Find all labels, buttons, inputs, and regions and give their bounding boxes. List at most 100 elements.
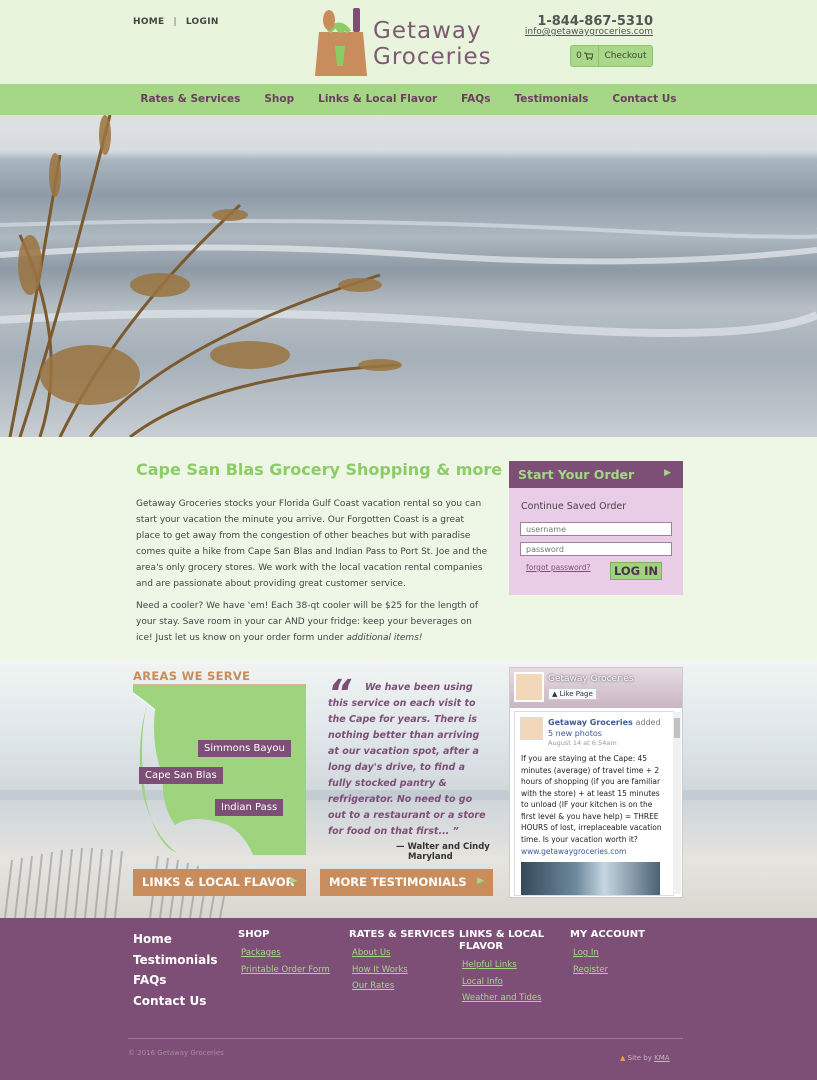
testimonial-quote: We have been using this service on each … — [328, 682, 486, 837]
arrow-right-icon: ▶ — [477, 876, 484, 886]
facebook-page-name[interactable]: Getaway Groceries — [548, 674, 634, 684]
start-order-title: Start Your Order — [518, 467, 635, 482]
arrow-right-icon: ▶ — [664, 468, 671, 478]
email-link[interactable]: info@getawaygroceries.com — [525, 27, 653, 37]
footer-link-how-it-works[interactable]: How It Works — [349, 962, 455, 979]
site-footer: Home Testimonials FAQs Contact Us SHOP P… — [0, 918, 817, 1080]
links-local-flavor-label: LINKS & LOCAL FLAVOR — [142, 875, 295, 889]
kma-logo-icon: ▲ — [620, 1054, 626, 1062]
footer-heading-my-account: MY ACCOUNT — [570, 929, 645, 940]
testimonial-author: — Walter and Cindy Maryland — [396, 842, 490, 862]
facebook-post-link[interactable]: www.getawaygroceries.com — [521, 847, 626, 856]
facebook-like-button[interactable]: ▲ Like Page — [548, 688, 597, 700]
footer-link-faqs[interactable]: FAQs — [133, 970, 217, 991]
home-link[interactable]: HOME — [133, 17, 165, 27]
footer-link-packages[interactable]: Packages — [238, 945, 330, 962]
footer-link-printable-order-form[interactable]: Printable Order Form — [238, 962, 330, 979]
site-by-label: Site by — [627, 1054, 652, 1062]
more-testimonials-button[interactable]: MORE TESTIMONIALS ▶ — [320, 869, 493, 896]
cart-widget[interactable]: 0 Checkout — [570, 45, 653, 67]
facebook-page-avatar[interactable] — [514, 672, 544, 702]
map-label-indian-pass[interactable]: Indian Pass — [215, 799, 284, 816]
logo-text: Getaway Groceries — [373, 18, 492, 70]
continue-saved-order-label: Continue Saved Order — [521, 501, 627, 512]
map-label-cape-san-blas[interactable]: Cape San Blas — [139, 767, 223, 784]
page-title: Cape San Blas Grocery Shopping & more — [136, 460, 503, 479]
footer-column-links-local-flavor: LINKS & LOCAL FLAVOR Helpful Links Local… — [459, 929, 559, 1007]
facebook-post-date[interactable]: August 14 at 6:54am — [548, 739, 617, 747]
footer-link-register[interactable]: Register — [570, 962, 645, 979]
footer-link-contact-us[interactable]: Contact Us — [133, 991, 217, 1012]
map-label-simmons-bayou[interactable]: Simmons Bayou — [198, 740, 291, 757]
nav-links-local-flavor[interactable]: Links & Local Flavor — [306, 84, 449, 115]
footer-link-helpful-links[interactable]: Helpful Links — [459, 957, 559, 974]
facebook-post-photos-link[interactable]: 5 new photos — [548, 729, 602, 738]
forgot-password-link[interactable]: forgot password? — [526, 563, 590, 572]
facebook-feed-scrollbar[interactable] — [673, 712, 681, 894]
facebook-post-image[interactable] — [521, 862, 660, 895]
grocery-bag-icon — [315, 8, 367, 76]
nav-testimonials[interactable]: Testimonials — [502, 84, 600, 115]
kma-link[interactable]: KMA — [654, 1054, 669, 1062]
site-header: HOME | LOGIN Getaway Groceries 1-844-867-5… — [0, 0, 817, 84]
cooler-paragraph: Need a cooler? We have 'em! Each 38-qt c… — [136, 598, 488, 646]
nav-shop[interactable]: Shop — [252, 84, 306, 115]
facebook-like-label: Like Page — [559, 690, 593, 698]
nav-contact-us[interactable]: Contact Us — [600, 84, 688, 115]
footer-link-home[interactable]: Home — [133, 929, 217, 950]
beach-sea-oats-image — [0, 115, 817, 437]
cooler-text: Need a cooler? We have 'em! Each 38-qt c… — [136, 601, 479, 643]
facebook-feed[interactable]: Getaway Groceries added 5 new photos Aug… — [514, 711, 674, 896]
footer-link-weather-tides[interactable]: Weather and Tides — [459, 990, 559, 1007]
login-button[interactable]: LOG IN — [610, 562, 662, 580]
facebook-widget: Getaway Groceries ▲ Like Page Getaway Gr… — [509, 667, 683, 898]
password-input[interactable] — [520, 542, 672, 556]
footer-site-credit: ▲ Site by KMA — [620, 1054, 670, 1062]
arrow-right-icon: ▶ — [290, 876, 297, 886]
cart-count[interactable]: 0 — [571, 46, 599, 66]
footer-heading-shop: SHOP — [238, 929, 270, 940]
logo-text-line2: Groceries — [373, 44, 492, 70]
testimonial-author-name: — Walter and Cindy — [396, 842, 490, 852]
username-input[interactable] — [520, 522, 672, 536]
main-nav: Rates & Services Shop Links & Local Flav… — [0, 84, 817, 115]
footer-link-testimonials[interactable]: Testimonials — [133, 950, 217, 971]
login-link[interactable]: LOGIN — [186, 17, 219, 27]
hero-image — [0, 115, 817, 437]
footer-copyright: © 2016 Getaway Groceries — [128, 1049, 224, 1057]
facebook-post-author[interactable]: Getaway Groceries — [548, 718, 633, 727]
facebook-post-text: If you are staying at the Cape: 45 minut… — [521, 754, 662, 844]
testimonial-author-location: Maryland — [408, 852, 453, 862]
footer-heading-rates-services: RATES & SERVICES — [349, 929, 455, 940]
nav-faqs[interactable]: FAQs — [449, 84, 502, 115]
scrollbar-thumb[interactable] — [674, 718, 680, 738]
footer-link-our-rates[interactable]: Our Rates — [349, 978, 455, 995]
footer-link-local-info[interactable]: Local Info — [459, 974, 559, 991]
footer-divider — [128, 1038, 683, 1039]
areas-we-serve-title: AREAS WE SERVE — [133, 669, 306, 685]
facebook-post-avatar[interactable] — [520, 717, 543, 740]
site-logo[interactable]: Getaway Groceries — [315, 6, 491, 78]
nav-rates-services[interactable]: Rates & Services — [128, 84, 252, 115]
footer-column-my-account: MY ACCOUNT Log In Register — [570, 929, 645, 978]
links-local-flavor-button[interactable]: LINKS & LOCAL FLAVOR ▶ — [133, 869, 306, 896]
top-links: HOME | LOGIN — [133, 17, 219, 27]
checkout-button[interactable]: Checkout — [599, 51, 652, 61]
footer-main-links: Home Testimonials FAQs Contact Us — [133, 929, 217, 1011]
footer-link-about-us[interactable]: About Us — [349, 945, 455, 962]
footer-column-shop: SHOP Packages Printable Order Form — [238, 929, 330, 978]
footer-heading-links-local-flavor: LINKS & LOCAL FLAVOR — [459, 929, 545, 952]
facebook-post-action: added — [635, 718, 661, 727]
facebook-like-icon: ▲ — [552, 690, 558, 698]
more-testimonials-label: MORE TESTIMONIALS — [329, 875, 467, 889]
start-order-panel: Start Your Order ▶ Continue Saved Order … — [509, 461, 683, 595]
start-order-header[interactable]: Start Your Order ▶ — [509, 461, 683, 488]
intro-paragraph: Getaway Groceries stocks your Florida Gu… — [136, 499, 488, 589]
facebook-post-header: Getaway Groceries added — [548, 718, 661, 727]
additional-items-text: additional items! — [346, 633, 423, 643]
footer-link-log-in[interactable]: Log In — [570, 945, 645, 962]
logo-text-line1: Getaway — [373, 18, 482, 44]
footer-column-rates-services: RATES & SERVICES About Us How It Works O… — [349, 929, 455, 995]
service-area-map: Simmons Bayou Cape San Blas Indian Pass — [132, 685, 306, 855]
cart-count-value: 0 — [576, 51, 582, 61]
